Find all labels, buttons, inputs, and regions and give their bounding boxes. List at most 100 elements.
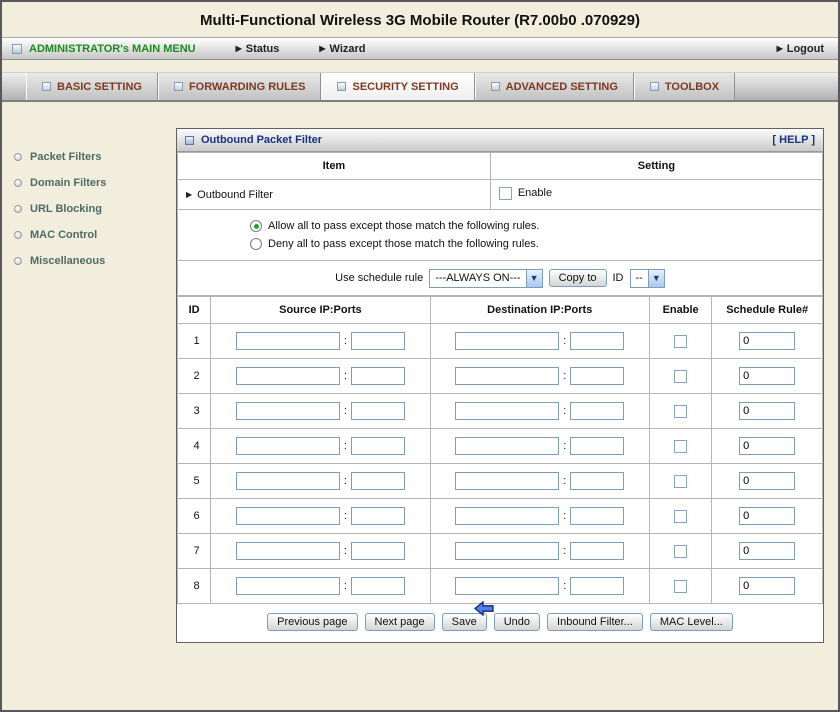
destination-ip-input[interactable] [455, 542, 560, 560]
tab-label: TOOLBOX [664, 80, 720, 93]
policy-cell: Allow all to pass except those match the… [177, 209, 823, 261]
source-ip-input[interactable] [235, 367, 340, 385]
use-schedule-rule-label: Use schedule rule [335, 272, 424, 284]
source-ip-input[interactable] [235, 507, 340, 525]
tab-toolbox[interactable]: TOOLBOX [633, 73, 736, 100]
panel-header: Outbound Packet Filter [ HELP ] [177, 129, 823, 152]
mac-level-button[interactable]: MAC Level... [649, 613, 733, 631]
destination-ports-input[interactable] [570, 332, 625, 350]
rule-schedule-cell [711, 358, 823, 394]
rule-enable-checkbox[interactable] [674, 439, 688, 453]
rule-id: 8 [176, 568, 212, 604]
source-ports-input[interactable] [350, 332, 405, 350]
colon-separator: : [343, 545, 347, 557]
allow-radio-label: Allow all to pass except those match the… [268, 220, 540, 232]
copy-to-id-select[interactable]: -- ▼ [629, 268, 665, 288]
sidebar-item-mac-control[interactable]: MAC Control [2, 222, 172, 248]
main-area: Outbound Packet Filter [ HELP ] Item Set… [172, 102, 838, 703]
destination-ip-input[interactable] [455, 332, 560, 350]
tab-forwarding-rules[interactable]: FORWARDING RULES [157, 73, 322, 100]
sidebar-item-packet-filters[interactable]: Packet Filters [2, 144, 172, 170]
sidebar-item-miscellaneous[interactable]: Miscellaneous [2, 248, 172, 274]
rules-header-row: ID Source IP:Ports Destination IP:Ports … [176, 296, 823, 324]
schedule-rule-input[interactable] [739, 577, 796, 595]
sidebar-item-label: Miscellaneous [30, 255, 106, 267]
rule-enable-checkbox[interactable] [674, 544, 688, 558]
copy-to-button[interactable]: Copy to [548, 269, 607, 287]
previous-page-button[interactable]: Previous page [267, 613, 358, 631]
schedule-rule-input[interactable] [739, 402, 796, 420]
destination-ip-input[interactable] [455, 507, 560, 525]
schedule-rule-input[interactable] [739, 332, 796, 350]
arrow-right-icon: ▶ [776, 44, 783, 53]
rule-enable-checkbox[interactable] [674, 509, 688, 523]
save-button[interactable]: Save [441, 613, 487, 631]
help-link[interactable]: [ HELP ] [772, 134, 815, 146]
tab-basic-setting[interactable]: BASIC SETTING [26, 73, 158, 100]
source-ports-input[interactable] [350, 577, 405, 595]
item-column-header: Item [177, 152, 491, 180]
rule-enable-checkbox[interactable] [674, 404, 688, 418]
sidebar-item-url-blocking[interactable]: URL Blocking [2, 196, 172, 222]
rule-enable-checkbox[interactable] [674, 579, 688, 593]
source-ip-input[interactable] [235, 402, 340, 420]
outbound-filter-enable-checkbox[interactable] [498, 186, 512, 200]
tab-square-icon [337, 82, 347, 91]
tab-square-icon [490, 82, 500, 91]
undo-button[interactable]: Undo [493, 613, 541, 631]
source-ip-input[interactable] [235, 332, 340, 350]
schedule-rule-input[interactable] [739, 542, 796, 560]
source-ports-input[interactable] [350, 542, 405, 560]
destination-ports-input[interactable] [570, 472, 625, 490]
menu-logout[interactable]: ▶ Logout [777, 43, 824, 55]
source-ip-input[interactable] [235, 437, 340, 455]
allow-radio[interactable] [250, 220, 262, 232]
rule-id: 5 [176, 463, 212, 499]
menu-wizard[interactable]: ▶ Wizard [319, 43, 365, 55]
rule-id: 1 [176, 323, 212, 359]
destination-ip-input[interactable] [455, 367, 560, 385]
destination-ip-input[interactable] [455, 437, 560, 455]
menu-status[interactable]: ▶ Status [236, 43, 280, 55]
rule-enable-checkbox[interactable] [674, 334, 688, 348]
rule-row-3: 3 : : [176, 393, 823, 429]
destination-ports-input[interactable] [570, 577, 625, 595]
source-ports-input[interactable] [350, 367, 405, 385]
rule-enable-checkbox[interactable] [674, 474, 688, 488]
schedule-rule-input[interactable] [739, 437, 796, 455]
next-page-button[interactable]: Next page [364, 613, 435, 631]
rule-destination-cell: : [429, 498, 650, 534]
colon-separator: : [563, 545, 567, 557]
schedule-rule-input[interactable] [739, 507, 796, 525]
source-ip-input[interactable] [235, 472, 340, 490]
copy-to-id-selected-value: -- [635, 272, 643, 284]
inbound-filter-button[interactable]: Inbound Filter... [547, 613, 643, 631]
source-ports-input[interactable] [350, 437, 405, 455]
destination-ports-input[interactable] [570, 542, 625, 560]
schedule-rule-select[interactable]: ---ALWAYS ON--- ▼ [429, 268, 543, 288]
destination-ip-input[interactable] [455, 577, 560, 595]
source-ip-input[interactable] [235, 577, 340, 595]
schedule-rule-input[interactable] [739, 367, 796, 385]
source-ports-input[interactable] [350, 472, 405, 490]
sidebar-item-domain-filters[interactable]: Domain Filters [2, 170, 172, 196]
destination-ports-input[interactable] [570, 402, 625, 420]
tab-security-setting[interactable]: SECURITY SETTING [321, 73, 475, 100]
rule-id: 7 [176, 533, 212, 569]
destination-ip-input[interactable] [455, 402, 560, 420]
destination-ports-input[interactable] [570, 367, 625, 385]
destination-ports-input[interactable] [570, 437, 625, 455]
destination-ports-input[interactable] [570, 507, 625, 525]
admin-main-menu-label: ADMINISTRATOR's MAIN MENU [29, 42, 196, 55]
destination-ip-input[interactable] [455, 472, 560, 490]
colon-separator: : [343, 475, 347, 487]
rule-enable-checkbox[interactable] [674, 369, 688, 383]
colon-separator: : [563, 335, 567, 347]
source-ports-input[interactable] [350, 402, 405, 420]
source-ports-input[interactable] [350, 507, 405, 525]
schedule-rule-input[interactable] [739, 472, 796, 490]
source-ip-input[interactable] [235, 542, 340, 560]
page-title: Multi-Functional Wireless 3G Mobile Rout… [200, 12, 640, 29]
deny-radio[interactable] [250, 238, 262, 250]
tab-advanced-setting[interactable]: ADVANCED SETTING [474, 73, 634, 100]
